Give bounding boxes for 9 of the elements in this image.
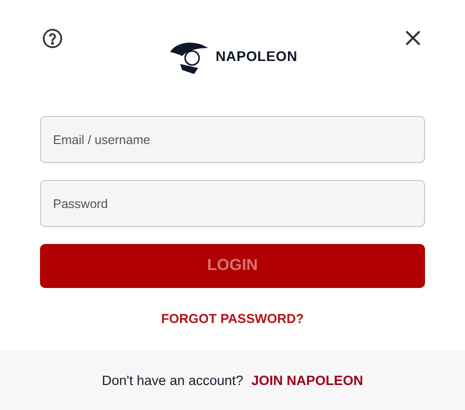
input-field[interactable]: Password <box>40 180 425 227</box>
join-link[interactable]: JOIN NAPOLEON <box>251 372 364 388</box>
brand-name: NAPOLEON <box>216 48 298 64</box>
input-field[interactable]: Email / username <box>40 116 425 163</box>
close-icon <box>405 30 421 46</box>
signup-prompt: Don't have an account? <box>102 372 244 388</box>
help-button[interactable] <box>40 26 64 50</box>
forgot-password-link[interactable]: FORGOT PASSWORD? <box>161 311 304 326</box>
help-icon <box>42 28 62 48</box>
